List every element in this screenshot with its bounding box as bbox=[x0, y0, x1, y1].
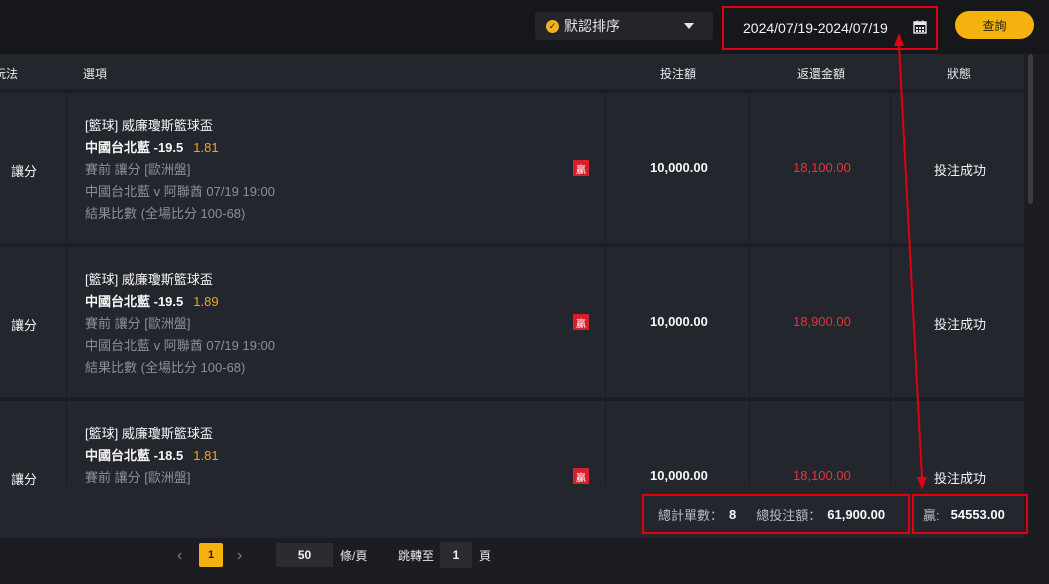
check-icon: ✓ bbox=[546, 19, 559, 33]
count-label: 總計單數： bbox=[658, 507, 724, 523]
selection: 中國台北藍 -18.5 1.81 bbox=[85, 448, 219, 463]
selection: 中國台北藍 -19.5 1.89 bbox=[85, 294, 219, 309]
win-badge: 贏 bbox=[573, 468, 589, 484]
stake-value: 10,000.00 bbox=[650, 160, 708, 175]
chevron-left-icon[interactable]: ‹ bbox=[177, 547, 182, 565]
payout-value: 18,900.00 bbox=[793, 314, 851, 329]
bet-history-table: 玩法 選項 投注額 返還金額 狀態 讓分 [籃球] 威廉瓊斯籃球盃 中國台北藍 … bbox=[0, 54, 1024, 486]
date-range-value: 2024/07/19-2024/07/19 bbox=[743, 20, 888, 36]
win-badge: 贏 bbox=[573, 314, 589, 330]
total-stake-value: 61,900.00 bbox=[827, 506, 886, 522]
bet-option: [籃球] 威廉瓊斯籃球盃 中國台北藍 -18.5 1.81 賽前 讓分 [歐洲盤] bbox=[85, 423, 219, 486]
count-value: 8 bbox=[729, 506, 737, 522]
column-status: 狀態 bbox=[947, 67, 972, 81]
stake-value: 10,000.00 bbox=[650, 314, 708, 329]
market: 賽前 讓分 [歐洲盤] bbox=[85, 470, 191, 485]
jump-input[interactable]: 1 bbox=[440, 542, 472, 568]
status-text: 投注成功 bbox=[934, 471, 987, 486]
win-value: 54553.00 bbox=[950, 506, 1005, 522]
league-name: [籃球] 威廉瓊斯籃球盃 bbox=[85, 118, 213, 133]
odds: 1.81 bbox=[193, 140, 219, 155]
page-size-unit: 條/頁 bbox=[340, 549, 368, 563]
payout-value: 18,100.00 bbox=[793, 468, 851, 483]
pagination: ‹ 1 › 50 條/頁 跳轉至 1 頁 bbox=[0, 538, 1049, 584]
page-unit: 頁 bbox=[479, 549, 492, 563]
league-name: [籃球] 威廉瓊斯籃球盃 bbox=[85, 272, 213, 287]
match-info: 中國台北藍 v 阿聯酋 07/19 19:00 bbox=[85, 338, 276, 353]
total-stake-label: 總投注額： bbox=[756, 507, 822, 523]
stake-value: 10,000.00 bbox=[650, 468, 708, 483]
table-scrollbar[interactable] bbox=[1028, 54, 1033, 204]
result-score: 結果比數 (全場比分 100-68) bbox=[85, 206, 246, 221]
win-badge: 贏 bbox=[573, 160, 589, 176]
column-play-type: 玩法 bbox=[0, 67, 19, 81]
play-type: 讓分 bbox=[11, 318, 38, 333]
table-header: 玩法 選項 投注額 返還金額 狀態 bbox=[0, 54, 1024, 89]
date-range-picker[interactable]: 2024/07/19-2024/07/19 bbox=[722, 6, 938, 50]
column-payout: 返還金額 bbox=[797, 67, 846, 81]
summary-totals: 總計單數： 8 總投注額： 61,900.00 bbox=[642, 494, 910, 534]
sort-select[interactable]: ✓ 默認排序 bbox=[535, 12, 713, 40]
chevron-right-icon[interactable]: › bbox=[237, 547, 242, 565]
play-type: 讓分 bbox=[11, 164, 38, 179]
play-type: 讓分 bbox=[11, 472, 38, 486]
status-text: 投注成功 bbox=[934, 317, 987, 332]
jump-label: 跳轉至 bbox=[398, 549, 435, 563]
status-text: 投注成功 bbox=[934, 163, 987, 178]
market: 賽前 讓分 [歐洲盤] bbox=[85, 316, 191, 331]
odds: 1.81 bbox=[193, 448, 219, 463]
page-size-select[interactable]: 50 bbox=[276, 543, 333, 567]
query-button[interactable]: 查詢 bbox=[955, 11, 1034, 39]
column-option: 選項 bbox=[83, 67, 108, 81]
selection: 中國台北藍 -19.5 1.81 bbox=[85, 140, 219, 155]
summary-win: 贏: 54553.00 bbox=[912, 494, 1028, 534]
win-label: 贏: bbox=[923, 507, 940, 523]
calendar-icon bbox=[913, 20, 927, 34]
result-score: 結果比數 (全場比分 100-68) bbox=[85, 360, 246, 375]
league-name: [籃球] 威廉瓊斯籃球盃 bbox=[85, 426, 213, 441]
table-row[interactable]: 讓分 [籃球] 威廉瓊斯籃球盃 中國台北藍 -19.5 1.81 賽前 讓分 [歐… bbox=[0, 93, 1024, 243]
column-stake: 投注額 bbox=[660, 67, 697, 81]
bet-option: [籃球] 威廉瓊斯籃球盃 中國台北藍 -19.5 1.89 賽前 讓分 [歐洲盤]… bbox=[85, 269, 275, 379]
page-button-current[interactable]: 1 bbox=[199, 543, 223, 567]
chevron-down-icon bbox=[684, 23, 694, 29]
market: 賽前 讓分 [歐洲盤] bbox=[85, 162, 191, 177]
odds: 1.89 bbox=[193, 294, 219, 309]
match-info: 中國台北藍 v 阿聯酋 07/19 19:00 bbox=[85, 184, 276, 199]
sort-label: 默認排序 bbox=[564, 18, 620, 34]
table-row[interactable]: 讓分 [籃球] 威廉瓊斯籃球盃 中國台北藍 -19.5 1.89 賽前 讓分 [歐… bbox=[0, 247, 1024, 397]
table-row[interactable]: 讓分 [籃球] 威廉瓊斯籃球盃 中國台北藍 -18.5 1.81 賽前 讓分 [歐… bbox=[0, 401, 1024, 486]
payout-value: 18,100.00 bbox=[793, 160, 851, 175]
bet-option: [籃球] 威廉瓊斯籃球盃 中國台北藍 -19.5 1.81 賽前 讓分 [歐洲盤]… bbox=[85, 115, 275, 225]
